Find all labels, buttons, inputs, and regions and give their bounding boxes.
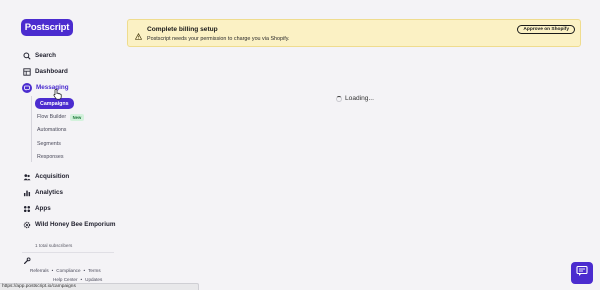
nav-search[interactable]: Search xyxy=(22,49,56,62)
loading-text: Loading... xyxy=(345,95,374,102)
chat-support-button[interactable] xyxy=(571,262,593,284)
help-center-link[interactable]: Help Center xyxy=(53,277,78,282)
banner-title: Complete billing setup xyxy=(147,26,218,33)
footer-separator: • xyxy=(80,277,83,282)
bar-chart-icon xyxy=(22,188,31,197)
terms-link[interactable]: Terms xyxy=(88,268,101,273)
footer-separator: • xyxy=(83,268,86,273)
billing-banner: Complete billing setup Postscript needs … xyxy=(127,19,581,47)
sub-automations[interactable]: Automations xyxy=(37,125,66,135)
banner-text: Postscript needs your permission to char… xyxy=(147,36,290,42)
status-bar-url: https://app.postscript.io/campaigns xyxy=(0,283,199,290)
submenu-line xyxy=(31,96,32,162)
nav-admin[interactable] xyxy=(22,254,35,267)
nav-acquisition[interactable]: Acquisition xyxy=(22,170,69,183)
footer-links-row2: Help Center • Updates xyxy=(53,277,102,282)
chat-support-icon xyxy=(576,264,588,282)
nav-search-label: Search xyxy=(35,52,57,59)
sub-responses[interactable]: Responses xyxy=(37,152,64,162)
approve-on-shopify-button[interactable]: Approve on Shopify xyxy=(517,25,575,34)
search-icon xyxy=(22,51,31,60)
gear-icon xyxy=(22,220,31,229)
sub-segments[interactable]: Segments xyxy=(37,139,61,149)
sub-responses-label: Responses xyxy=(37,154,64,160)
people-icon xyxy=(22,172,31,181)
nav-shop-label: Wild Honey Bee Emporium xyxy=(35,221,116,228)
sub-segments-label: Segments xyxy=(37,141,61,147)
sidebar: Postscript Search Dashboard Messaging Ca… xyxy=(0,0,118,290)
admin-divider xyxy=(22,252,114,253)
warning-icon xyxy=(134,27,143,40)
nav-shop[interactable]: Wild Honey Bee Emporium xyxy=(22,218,115,231)
spinner-icon xyxy=(336,95,342,102)
hand-cursor-icon xyxy=(53,88,62,100)
sub-automations-label: Automations xyxy=(37,127,67,133)
updates-link[interactable]: Updates xyxy=(85,277,102,282)
nav-dashboard[interactable]: Dashboard xyxy=(22,65,68,78)
referrals-link[interactable]: Referrals xyxy=(30,268,49,273)
sub-campaigns-label: Campaigns xyxy=(40,100,69,107)
nav-apps[interactable]: Apps xyxy=(22,202,51,215)
apps-grid-icon xyxy=(22,204,31,213)
sub-flow-builder-label: Flow Builder xyxy=(37,114,67,120)
nav-acquisition-label: Acquisition xyxy=(35,173,70,180)
compliance-link[interactable]: Compliance xyxy=(56,268,80,273)
nav-apps-label: Apps xyxy=(35,205,51,212)
subscriber-count: 1 total subscribers xyxy=(35,243,73,248)
nav-dashboard-label: Dashboard xyxy=(35,68,68,75)
footer-separator: • xyxy=(51,268,54,273)
footer-links-row1: Referrals • Compliance • Terms xyxy=(30,268,101,273)
loading-indicator: Loading... xyxy=(336,94,374,103)
dashboard-icon xyxy=(22,67,31,76)
sub-flow-builder[interactable]: Flow Builder New xyxy=(37,112,84,122)
new-badge: New xyxy=(70,113,84,121)
nav-analytics[interactable]: Analytics xyxy=(22,186,63,199)
nav-analytics-label: Analytics xyxy=(35,189,63,196)
wrench-icon xyxy=(22,256,31,265)
chat-bubble-icon xyxy=(22,82,32,93)
postscript-logo[interactable]: Postscript xyxy=(21,19,73,36)
